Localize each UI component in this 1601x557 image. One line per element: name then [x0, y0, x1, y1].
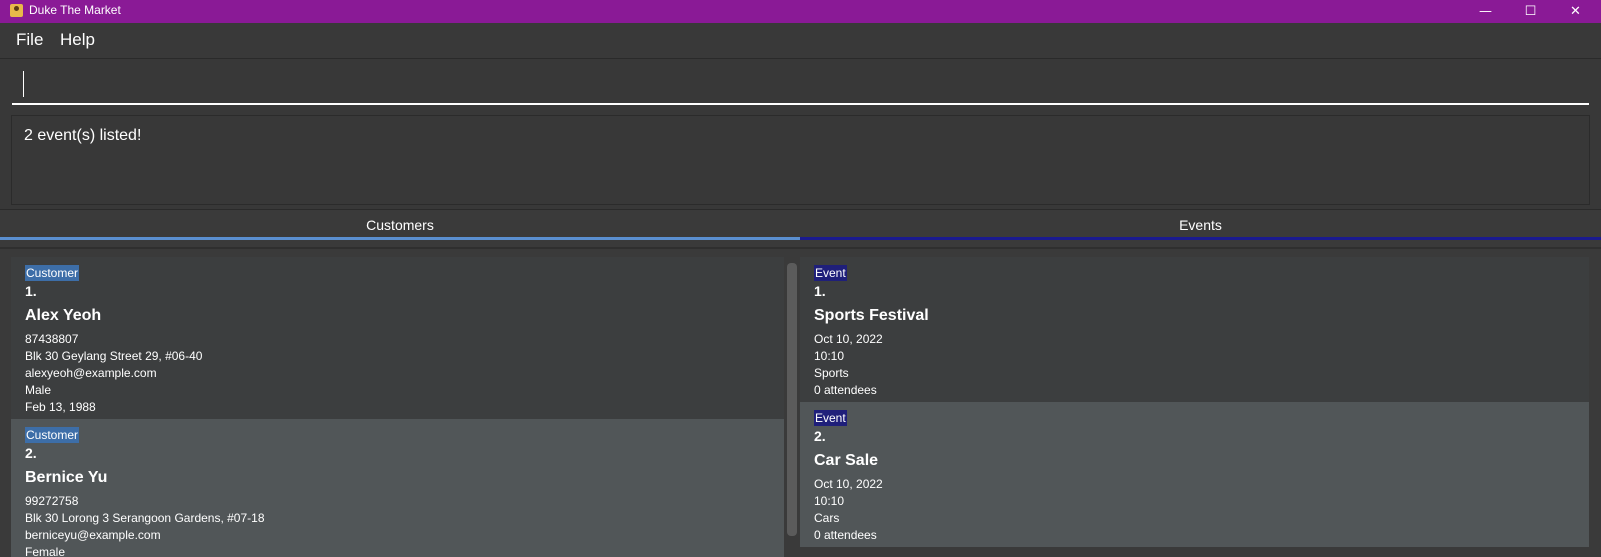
customer-dob: Feb 13, 1988 — [25, 400, 96, 414]
customer-list: Customer 1. Alex Yeoh 87438807 Blk 30 Ge… — [11, 257, 784, 557]
close-icon[interactable]: ✕ — [1553, 0, 1598, 23]
event-badge: Event — [814, 265, 847, 281]
event-time: 10:10 — [814, 494, 845, 508]
menu-bar: File Help — [0, 23, 1601, 59]
event-card[interactable]: Event 2. Car Sale Oct 10, 2022 10:10 Car… — [800, 402, 1589, 547]
event-list: Event 1. Sports Festival Oct 10, 2022 10… — [800, 257, 1589, 557]
tab-customers[interactable]: Customers — [0, 210, 800, 240]
tab-customers-label: Customers — [366, 217, 434, 233]
tab-events[interactable]: Events — [800, 210, 1601, 240]
event-attendees: 0 attendees — [814, 383, 877, 397]
event-date: Oct 10, 2022 — [814, 332, 883, 346]
customer-address: Blk 30 Geylang Street 29, #06-40 — [25, 349, 203, 363]
tab-divider — [0, 247, 1601, 249]
event-date: Oct 10, 2022 — [814, 477, 883, 491]
customer-email: berniceyu@example.com — [25, 528, 161, 542]
event-venue: Cars — [814, 511, 840, 525]
tab-pane: Customers Events Customer 1. Alex Yeoh 8… — [0, 209, 1601, 557]
event-venue: Sports — [814, 366, 849, 380]
customer-gender: Male — [25, 383, 52, 397]
event-badge: Event — [814, 410, 847, 426]
event-time: 10:10 — [814, 349, 845, 363]
customer-email: alexyeoh@example.com — [25, 366, 157, 380]
app-icon — [10, 4, 23, 17]
customer-name: Bernice Yu — [25, 469, 108, 486]
customer-index: 2. — [25, 445, 37, 461]
tab-events-underline — [800, 237, 1601, 240]
maximize-icon[interactable]: ☐ — [1508, 0, 1553, 23]
event-attendees: 0 attendees — [814, 528, 877, 542]
tab-events-label: Events — [1179, 217, 1222, 233]
customer-address: Blk 30 Lorong 3 Serangoon Gardens, #07-1… — [25, 511, 265, 525]
customer-name: Alex Yeoh — [25, 307, 102, 324]
customer-gender: Female — [25, 545, 66, 557]
customer-phone: 87438807 — [25, 332, 79, 346]
customer-list-scrollbar[interactable] — [787, 263, 797, 536]
customer-card[interactable]: Customer 1. Alex Yeoh 87438807 Blk 30 Ge… — [11, 257, 784, 419]
title-bar: Duke The Market — ☐ ✕ — [0, 0, 1601, 23]
event-index: 1. — [814, 283, 826, 299]
customer-badge: Customer — [25, 427, 80, 443]
minimize-icon[interactable]: — — [1463, 0, 1508, 23]
text-caret — [23, 71, 24, 97]
event-card[interactable]: Event 1. Sports Festival Oct 10, 2022 10… — [800, 257, 1589, 402]
customer-badge: Customer — [25, 265, 80, 281]
event-index: 2. — [814, 428, 826, 444]
menu-file[interactable]: File — [16, 30, 43, 50]
event-name: Sports Festival — [814, 307, 929, 324]
command-input[interactable] — [12, 63, 1589, 105]
window-title: Duke The Market — [29, 3, 121, 17]
result-display: 2 event(s) listed! — [11, 115, 1590, 205]
customer-card[interactable]: Customer 2. Bernice Yu 99272758 Blk 30 L… — [11, 419, 784, 557]
result-message: 2 event(s) listed! — [24, 127, 142, 144]
customer-phone: 99272758 — [25, 494, 79, 508]
customer-index: 1. — [25, 283, 37, 299]
tab-customers-underline — [0, 237, 800, 240]
event-name: Car Sale — [814, 452, 879, 469]
menu-help[interactable]: Help — [60, 30, 95, 50]
